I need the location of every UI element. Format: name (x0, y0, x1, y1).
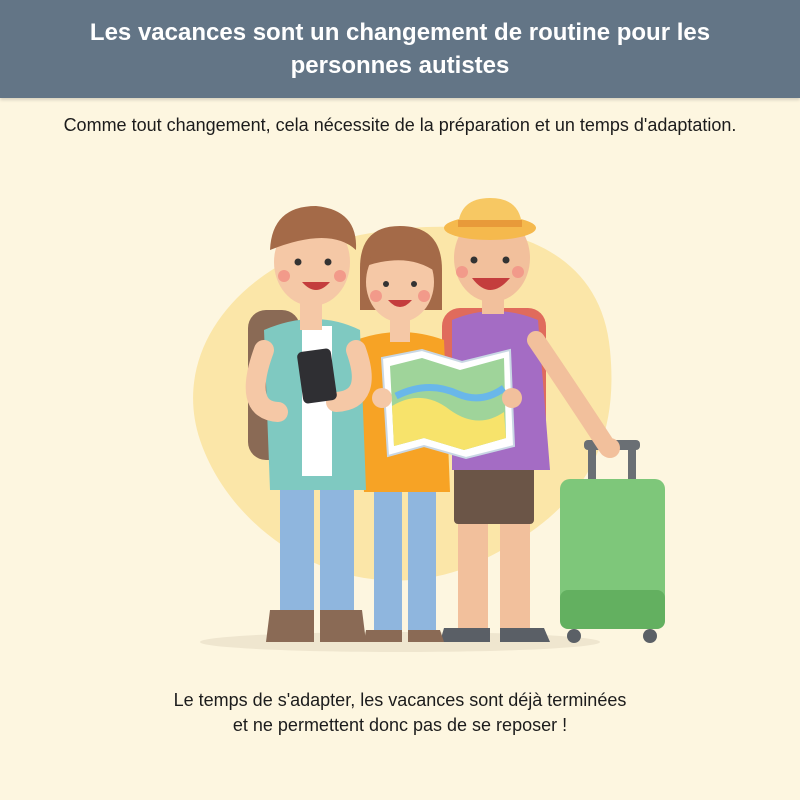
footer-line-1: Le temps de s'adapter, les vacances sont… (173, 690, 627, 710)
footer-line-2: et ne permettent donc pas de se reposer … (232, 715, 568, 735)
person-left (245, 206, 372, 642)
footer-text: Le temps de s'adapter, les vacances sont… (80, 688, 720, 738)
page-title: Les vacances sont un changement de routi… (89, 19, 711, 79)
travelers-illustration (160, 190, 680, 660)
intro-text: Comme tout changement, cela nécessite de… (63, 115, 737, 135)
map-icon (372, 348, 522, 460)
header-banner: Les vacances sont un changement de routi… (0, 0, 800, 98)
